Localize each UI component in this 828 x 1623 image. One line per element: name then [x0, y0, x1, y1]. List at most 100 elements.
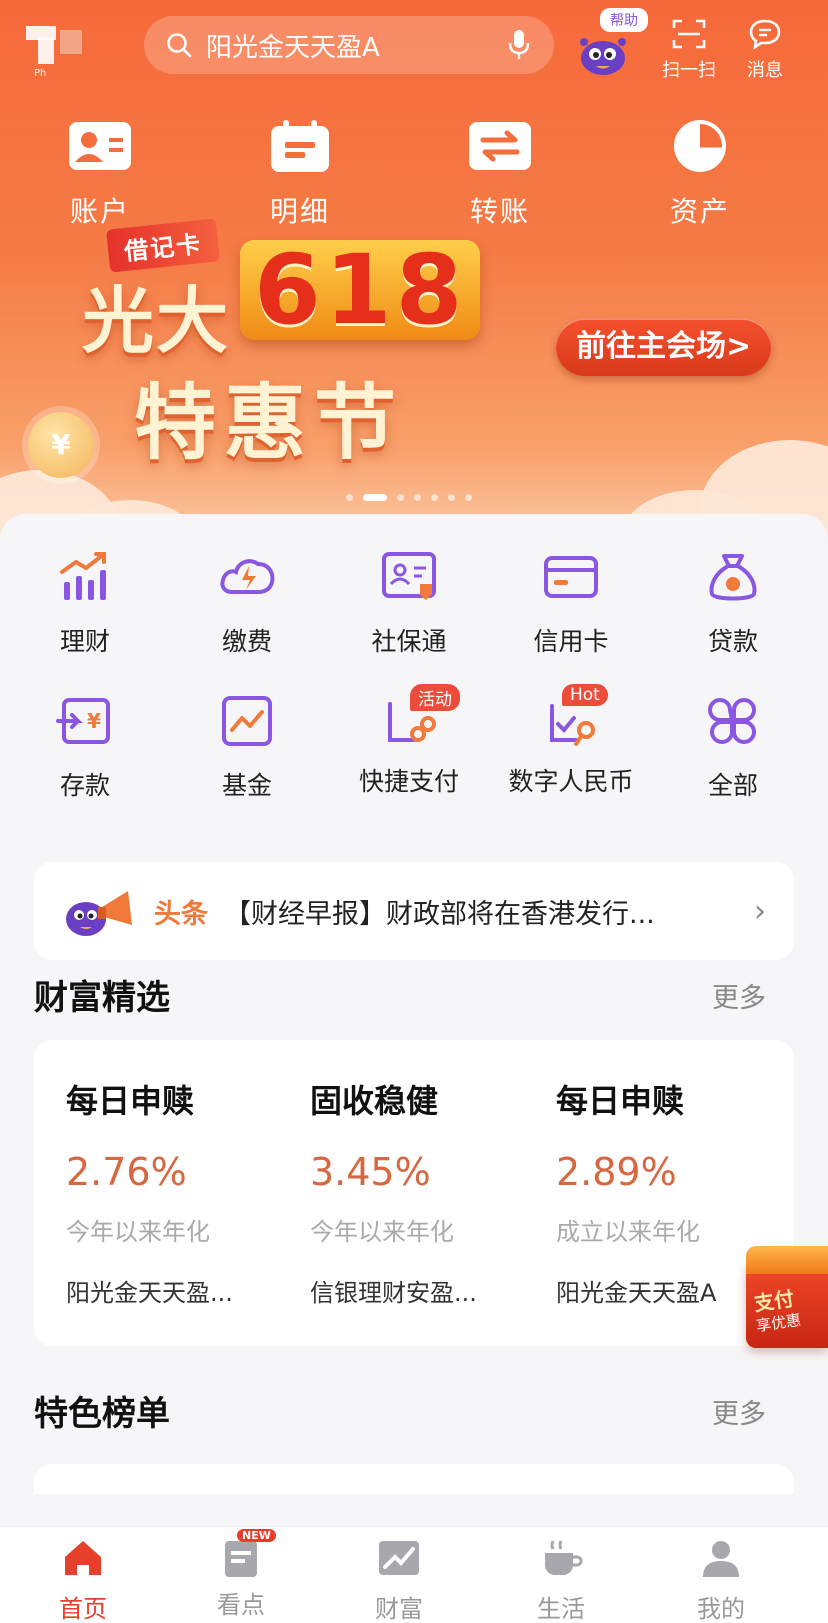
carousel-dot[interactable]: [346, 494, 353, 501]
quick-transfer[interactable]: 转账: [420, 118, 580, 230]
tab-news[interactable]: NEW 看点: [158, 1529, 324, 1620]
hero-header: Ph 阳光金天天盈A 帮助 扫一扫 消息 账户 明细 转账 资产 借记卡 光大 …: [0, 0, 828, 560]
quick-statement[interactable]: 明细: [220, 118, 380, 230]
service-all-label: 全部: [707, 771, 758, 800]
ranking-more-link[interactable]: 更多: [712, 1392, 766, 1431]
service-digital-rmb[interactable]: Hot 数字人民币: [490, 684, 652, 798]
service-social-security-label: 社保通: [371, 627, 447, 656]
fund-chart-icon: [222, 696, 272, 746]
product-rate-desc: 今年以来年化: [310, 1218, 454, 1246]
headline-text[interactable]: 【财经早报】财政部将在香港发行...: [224, 892, 746, 931]
top-bar: Ph 阳光金天天盈A 帮助 扫一扫 消息: [0, 0, 828, 100]
service-deposit-label: 存款: [59, 771, 110, 800]
tab-wealth-label: 财富: [375, 1595, 423, 1623]
carousel-dot[interactable]: [414, 494, 421, 501]
service-deposit[interactable]: ¥ 存款: [4, 694, 166, 802]
bottom-tab-bar: 首页 NEW 看点 财富 生活 我的: [0, 1526, 828, 1623]
news-icon: [225, 1541, 257, 1577]
product-rate: 2.89%: [556, 1150, 677, 1194]
tab-home[interactable]: 首页: [0, 1537, 166, 1623]
banner-line2: 特惠节: [134, 376, 405, 471]
wealth-product[interactable]: 每日申赎 2.76% 今年以来年化 阳光金天天盈...: [66, 1076, 306, 1308]
headline-news-bar[interactable]: 头条 【财经早报】财政部将在香港发行... ›: [34, 862, 794, 960]
bank-logo[interactable]: Ph: [26, 22, 86, 79]
deposit-icon: ¥: [56, 698, 110, 744]
money-bag-icon: [709, 554, 757, 601]
tab-wealth[interactable]: 财富: [316, 1537, 482, 1623]
tab-life-label: 生活: [537, 1595, 585, 1623]
carousel-dot[interactable]: [465, 494, 472, 501]
wealth-more-link[interactable]: 更多: [712, 976, 766, 1015]
scan-icon: [672, 19, 706, 49]
carousel-dot[interactable]: [397, 494, 404, 501]
bolt-cloud-icon: [220, 559, 275, 594]
tab-mine-label: 我的: [697, 1595, 745, 1623]
search-bar[interactable]: 阳光金天天盈A: [144, 16, 554, 74]
service-pay-bills[interactable]: 缴费: [166, 550, 328, 658]
service-quick-pay[interactable]: 活动 快捷支付: [328, 684, 490, 798]
headline-keyword: 头条: [154, 898, 208, 930]
service-wealth-label: 理财: [59, 627, 110, 656]
message-icon: [749, 19, 781, 50]
wealth-product[interactable]: 固收稳健 3.45% 今年以来年化 信银理财安盈...: [310, 1076, 550, 1308]
tab-news-label: 看点: [217, 1591, 265, 1619]
chevron-right-icon: ›: [754, 893, 766, 929]
message-button[interactable]: 消息: [730, 18, 800, 82]
bar-chart-icon: [60, 552, 106, 600]
coin-symbol: ¥: [51, 428, 71, 461]
coin-icon: ¥: [28, 412, 94, 478]
user-icon: [703, 1541, 739, 1577]
product-rate: 3.45%: [310, 1150, 431, 1194]
carousel-indicator[interactable]: [346, 494, 472, 501]
activity-badge: 活动: [410, 684, 460, 711]
wealth-section-title: 财富精选: [34, 978, 170, 1018]
mascot-megaphone-icon: [66, 891, 132, 936]
banner-line1: 光大: [82, 279, 231, 363]
home-icon: [65, 1541, 101, 1575]
carousel-dot[interactable]: [431, 494, 438, 501]
service-quick-pay-label: 快捷支付: [358, 767, 459, 796]
service-loan-label: 贷款: [707, 627, 758, 656]
search-input[interactable]: 阳光金天天盈A: [206, 27, 506, 64]
message-label: 消息: [747, 60, 783, 81]
tab-home-label: 首页: [59, 1595, 107, 1623]
service-credit-card[interactable]: 信用卡: [490, 550, 652, 658]
banner-number: 618: [240, 240, 481, 340]
microphone-icon[interactable]: [506, 28, 532, 62]
tab-mine[interactable]: 我的: [638, 1537, 804, 1623]
service-all[interactable]: 全部: [652, 694, 814, 802]
trend-icon: [379, 1541, 419, 1575]
product-type: 固收稳健: [310, 1082, 439, 1120]
quick-account[interactable]: 账户: [20, 118, 180, 230]
pay-promo-float[interactable]: 支付 享优惠: [746, 1246, 828, 1350]
banner-cta-button[interactable]: 前往主会场>: [556, 318, 772, 376]
service-wealth[interactable]: 理财: [4, 550, 166, 658]
product-rate: 2.76%: [66, 1150, 187, 1194]
new-badge: NEW: [237, 1529, 276, 1542]
statement-icon: [271, 120, 329, 172]
service-pay-bills-label: 缴费: [221, 627, 272, 656]
product-name: 信银理财安盈...: [310, 1279, 477, 1307]
service-social-security[interactable]: 社保通: [328, 550, 490, 658]
scan-button[interactable]: 扫一扫: [654, 18, 724, 82]
carousel-dot[interactable]: [363, 494, 387, 501]
product-name: 阳光金天天盈...: [66, 1279, 233, 1307]
carousel-dot[interactable]: [448, 494, 455, 501]
mascot-help-icon[interactable]: [574, 28, 632, 76]
id-card-icon: [382, 552, 436, 600]
quick-assets[interactable]: 资产: [620, 118, 780, 230]
tab-life[interactable]: 生活: [478, 1537, 644, 1623]
hot-badge: Hot: [562, 684, 608, 706]
product-rate-desc: 成立以来年化: [556, 1218, 700, 1246]
service-fund-label: 基金: [221, 771, 272, 800]
service-loan[interactable]: 贷款: [652, 550, 814, 658]
product-type: 每日申赎: [66, 1082, 195, 1120]
service-fund[interactable]: 基金: [166, 694, 328, 802]
scan-label: 扫一扫: [662, 60, 716, 81]
ranking-section-title: 特色榜单: [34, 1394, 170, 1434]
help-bubble[interactable]: 帮助: [600, 8, 648, 32]
ranking-card[interactable]: [34, 1464, 794, 1494]
wealth-card: 每日申赎 2.76% 今年以来年化 阳光金天天盈... 固收稳健 3.45% 今…: [34, 1040, 794, 1346]
service-credit-card-label: 信用卡: [533, 627, 609, 656]
grid-all-icon: [708, 698, 756, 744]
